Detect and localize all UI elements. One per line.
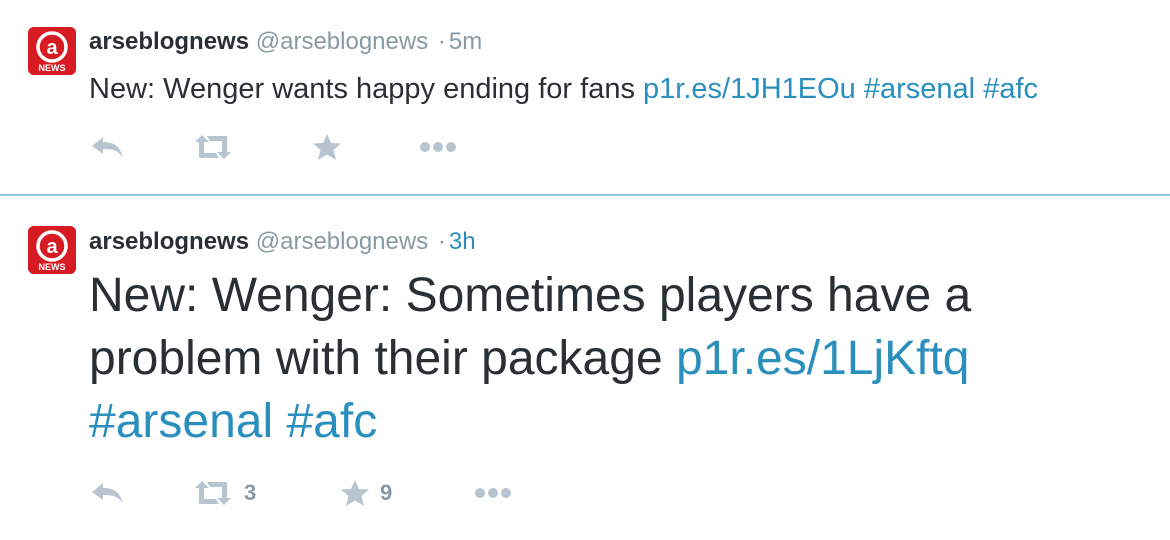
fullname[interactable]: arseblognews xyxy=(89,228,249,255)
tweet-header: arseblognews @arseblognews · 5m xyxy=(89,27,482,57)
tweet[interactable]: a NEWS arseblognews @arseblognews · 5m Ne… xyxy=(0,0,1170,196)
tweet-header: arseblognews @arseblognews · 3h xyxy=(89,227,476,257)
tweet-actions xyxy=(90,132,590,162)
tweet-text: New: Wenger wants happy ending for fans … xyxy=(89,70,1038,108)
retweet-button[interactable] xyxy=(192,132,244,162)
more-icon xyxy=(475,488,511,498)
more-icon xyxy=(420,142,456,152)
logo-letter: a xyxy=(46,37,58,59)
favorite-button[interactable]: 9 xyxy=(340,478,392,508)
tweet-text-plain: New: Wenger wants happy ending for fans xyxy=(89,73,644,105)
retweet-icon xyxy=(195,481,231,505)
timestamp[interactable]: 3h xyxy=(449,228,476,255)
more-button[interactable] xyxy=(418,132,458,162)
fullname[interactable]: arseblognews xyxy=(89,28,249,55)
star-icon xyxy=(313,134,341,160)
logo-letter: a xyxy=(46,236,58,258)
reply-button[interactable] xyxy=(90,132,124,162)
retweet-count: 3 xyxy=(244,480,257,505)
arseblognews-logo-icon: a NEWS xyxy=(28,226,76,274)
retweet-icon xyxy=(195,135,231,159)
avatar[interactable]: a NEWS xyxy=(28,27,76,75)
hashtag-afc[interactable]: #afc xyxy=(983,73,1038,105)
logo-news-text: NEWS xyxy=(39,262,66,272)
favorite-button[interactable] xyxy=(312,132,352,162)
reply-icon xyxy=(92,137,122,157)
hashtag-arsenal[interactable]: #arsenal xyxy=(864,73,975,105)
reply-button[interactable] xyxy=(90,478,124,508)
separator: · xyxy=(437,228,446,255)
reply-icon xyxy=(92,483,122,503)
tweet-link[interactable]: p1r.es/1JH1EOu xyxy=(643,73,856,105)
tweet[interactable]: a NEWS arseblognews @arseblognews · 3h Ne… xyxy=(0,198,1170,540)
tweet-text: New: Wenger: Sometimes players have a pr… xyxy=(89,264,1149,453)
hashtag-afc[interactable]: #afc xyxy=(286,395,377,448)
star-icon xyxy=(341,480,369,506)
arseblognews-logo-icon: a NEWS xyxy=(28,27,76,75)
tweet-link[interactable]: p1r.es/1LjKftq xyxy=(676,332,970,385)
logo-news-text: NEWS xyxy=(39,63,66,73)
hashtag-arsenal[interactable]: #arsenal xyxy=(89,395,273,448)
separator: · xyxy=(437,28,446,55)
username[interactable]: @arseblognews xyxy=(256,228,428,255)
avatar[interactable]: a NEWS xyxy=(28,226,76,274)
more-button[interactable] xyxy=(473,478,513,508)
timestamp[interactable]: 5m xyxy=(449,28,482,55)
tweet-actions: 3 9 xyxy=(90,478,590,508)
favorite-count: 9 xyxy=(380,480,393,505)
retweet-button[interactable]: 3 xyxy=(192,478,256,508)
username[interactable]: @arseblognews xyxy=(256,28,428,55)
